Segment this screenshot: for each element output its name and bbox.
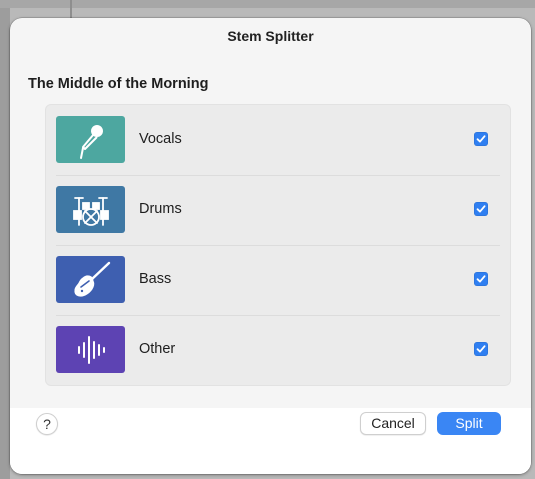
stem-list: Vocals Drums Bass Other — [45, 104, 511, 386]
checkmark-icon — [476, 345, 486, 353]
stem-splitter-dialog: Stem Splitter The Middle of the Morning … — [10, 18, 531, 474]
drum-kit-icon — [72, 196, 109, 226]
stem-row-drums[interactable]: Drums — [46, 175, 510, 245]
split-button[interactable]: Split — [437, 412, 501, 435]
dialog-title: Stem Splitter — [227, 28, 314, 44]
stem-row-vocals[interactable]: Vocals — [46, 105, 510, 175]
drums-tile — [56, 186, 125, 233]
drums-checkbox[interactable] — [474, 202, 488, 216]
microphone-icon — [79, 124, 103, 159]
stem-label-bass: Bass — [139, 271, 172, 287]
row-separator — [56, 315, 500, 316]
waveform-icon — [77, 335, 105, 364]
stem-row-other[interactable]: Other — [46, 315, 510, 385]
other-tile — [56, 326, 125, 373]
background-window-edge — [0, 0, 10, 479]
other-checkbox[interactable] — [474, 342, 488, 356]
song-title: The Middle of the Morning — [28, 76, 209, 92]
vocals-checkbox[interactable] — [474, 132, 488, 146]
stem-row-bass[interactable]: Bass — [46, 245, 510, 315]
row-separator — [56, 245, 500, 246]
help-button[interactable]: ? — [36, 413, 58, 435]
stem-label-drums: Drums — [139, 201, 182, 217]
cancel-button[interactable]: Cancel — [360, 412, 426, 435]
checkmark-icon — [476, 275, 486, 283]
vocals-tile — [56, 116, 125, 163]
stem-label-other: Other — [139, 341, 176, 357]
stem-label-vocals: Vocals — [139, 131, 182, 147]
background-window-top — [0, 0, 535, 8]
row-separator — [56, 175, 500, 176]
checkmark-icon — [476, 205, 486, 213]
checkmark-icon — [476, 135, 486, 143]
bass-tile — [56, 256, 125, 303]
bass-guitar-icon — [73, 261, 110, 297]
bass-checkbox[interactable] — [474, 272, 488, 286]
